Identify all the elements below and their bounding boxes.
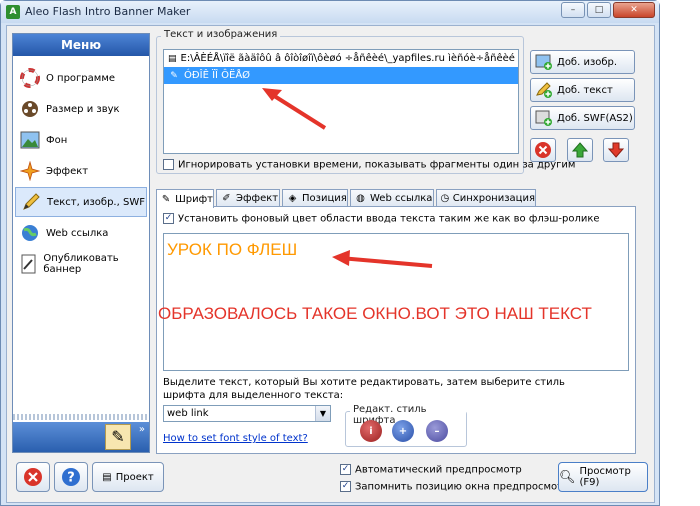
- annotation-text: ОБРАЗОВАЛОСЬ ТАКОЕ ОКНО.ВОТ ЭТО НАШ ТЕКС…: [158, 304, 592, 323]
- annotation-arrows: [262, 88, 433, 268]
- font-icon: ✎: [161, 193, 171, 205]
- tab-font[interactable]: ✎ Шрифт: [156, 189, 214, 208]
